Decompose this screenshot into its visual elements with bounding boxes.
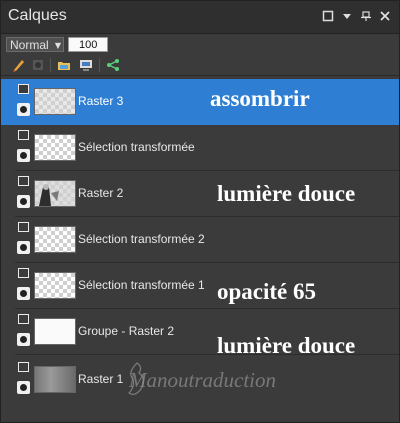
visibility-eye-icon[interactable]	[17, 333, 30, 346]
layer-name: Sélection transformée	[78, 140, 195, 154]
folder-icon[interactable]	[56, 57, 72, 73]
layer-row-raster-3[interactable]: Raster 3	[1, 79, 399, 125]
visibility-eye-icon[interactable]	[17, 149, 30, 162]
layer-thumbnail	[34, 272, 76, 299]
mask-icon[interactable]	[30, 57, 46, 73]
titlebar-controls	[322, 10, 391, 22]
annotation-raster-2: lumière douce	[217, 181, 356, 206]
layer-link-icon[interactable]	[18, 314, 29, 324]
layer-link-icon[interactable]	[18, 84, 29, 94]
blend-mode-select[interactable]: Normal ▼	[6, 37, 64, 52]
layer-thumbnail	[34, 318, 76, 345]
layer-thumbnail	[34, 134, 76, 161]
layer-link-icon[interactable]	[18, 130, 29, 140]
layer-row-selection-transformee-2[interactable]: Sélection transformée 2	[1, 217, 399, 263]
layer-name: Sélection transformée 1	[78, 278, 205, 292]
layer-link-icon[interactable]	[18, 362, 29, 372]
panel-titlebar: Calques	[1, 1, 399, 34]
layer-name: Raster 1	[78, 372, 124, 386]
toolbar-divider	[99, 58, 100, 72]
brush-icon[interactable]	[11, 57, 27, 73]
layer-name: Sélection transformée 2	[78, 232, 205, 246]
opacity-field[interactable]: 100	[68, 37, 108, 52]
share-icon[interactable]	[105, 57, 121, 73]
layers-panel: Calques Normal ▼ 100 Raster 3 Sélection …	[0, 0, 400, 423]
layer-toolbar	[1, 55, 399, 76]
dropdown-arrow-icon[interactable]	[341, 10, 353, 22]
layer-thumbnail	[34, 180, 76, 207]
layer-name: Groupe - Raster 2	[78, 324, 175, 338]
layer-link-icon[interactable]	[18, 222, 29, 232]
layer-props-icon[interactable]	[78, 57, 94, 73]
layer-link-icon[interactable]	[18, 268, 29, 278]
layer-thumbnail	[34, 226, 76, 253]
layer-thumbnail	[34, 366, 76, 393]
close-icon[interactable]	[379, 10, 391, 22]
annotation-selection-1: opacité 65	[217, 279, 317, 304]
layer-link-icon[interactable]	[18, 176, 29, 186]
chevron-down-icon: ▼	[54, 41, 61, 50]
maximize-icon[interactable]	[322, 10, 334, 22]
pin-icon[interactable]	[360, 10, 372, 22]
watermark-text: Manoutraduction	[129, 368, 276, 392]
annotation-raster-3: assombrir	[210, 86, 310, 111]
layer-name: Raster 3	[78, 94, 124, 108]
visibility-eye-icon[interactable]	[17, 195, 30, 208]
blend-bar: Normal ▼ 100	[1, 34, 399, 54]
visibility-eye-icon[interactable]	[17, 241, 30, 254]
visibility-eye-icon[interactable]	[17, 287, 30, 300]
layer-row-selection-transformee-1[interactable]: Sélection transformée 1	[1, 263, 399, 309]
layer-row-selection-transformee[interactable]: Sélection transformée	[1, 125, 399, 171]
layer-name: Raster 2	[78, 186, 124, 200]
toolbar-divider	[50, 58, 51, 72]
layer-thumbnail	[34, 88, 76, 115]
visibility-eye-icon[interactable]	[17, 103, 30, 116]
annotation-groupe: lumière douce	[217, 333, 356, 358]
panel-title: Calques	[8, 7, 67, 24]
blend-mode-value: Normal	[10, 38, 49, 52]
visibility-eye-icon[interactable]	[17, 381, 30, 394]
